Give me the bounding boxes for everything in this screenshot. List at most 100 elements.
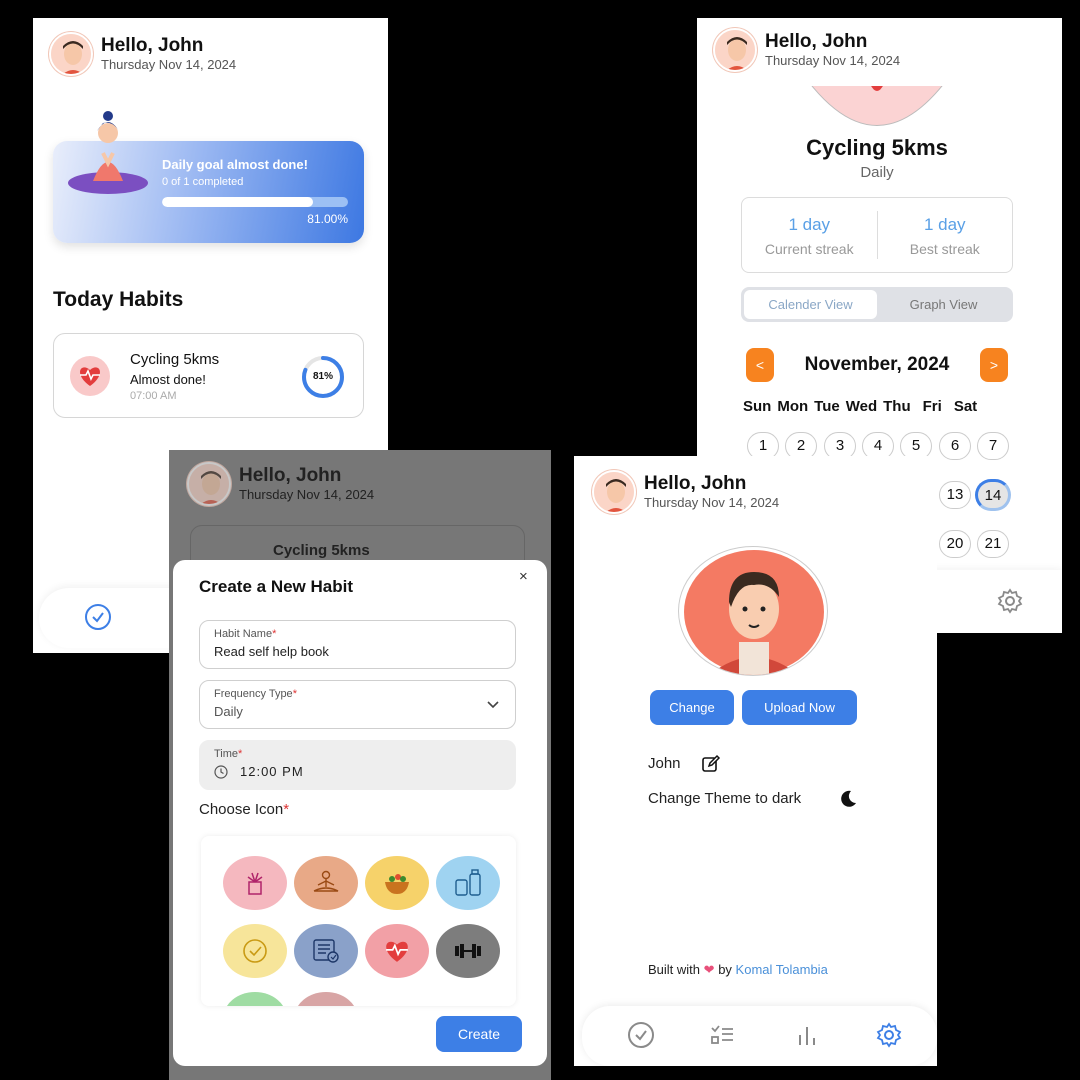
date: Thursday Nov 14, 2024 [239,487,375,502]
prev-month-button[interactable]: < [746,348,774,382]
moon-icon[interactable] [838,789,858,814]
time-value[interactable]: 12:00 PM [240,764,304,779]
calendar-day[interactable]: 20 [939,530,971,558]
goal-percent: 81.00% [307,212,348,226]
tab-graph-view[interactable]: Graph View [877,290,1010,319]
list-icon[interactable] [707,1020,737,1050]
goal-title: Daily goal almost done! [162,157,308,172]
habit-time: 07:00 AM [130,390,177,402]
create-habit-screen: Hello, John Thursday Nov 14, 2024 Cyclin… [169,450,551,1080]
habit-frequency: Daily [860,164,894,181]
calendar-day[interactable]: 7 [977,432,1009,460]
create-button[interactable]: Create [436,1016,522,1052]
habit-title: Cycling 5kms [806,135,948,160]
time-field[interactable]: Time* 12:00 PM [199,740,516,790]
more-icon[interactable] [223,992,287,1006]
plant-icon[interactable] [223,856,287,910]
date: Thursday Nov 14, 2024 [765,53,901,68]
weekday-row: Sun Mon Tue Wed Thu Fri Sat [743,398,983,415]
meditation-icon[interactable] [294,856,358,910]
habit-name-field[interactable]: Habit Name* Read self help book [199,620,516,669]
greeting: Hello, John [765,31,868,52]
current-streak-value: 1 day [788,215,831,234]
profile-name: John [648,755,681,772]
yoga-illustration-icon [68,111,148,194]
tab-calendar-view[interactable]: Calender View [744,290,877,319]
current-streak-label: Current streak [764,241,854,257]
weekday: Wed [845,398,878,415]
checklist-icon[interactable] [294,924,358,978]
greeting: Hello, John [644,473,747,494]
weekday: Sun [743,398,772,415]
streak-card: 1 day Current streak 1 day Best streak [741,197,1013,273]
date: Thursday Nov 14, 2024 [644,495,780,510]
header: Hello, John Thursday Nov 14, 2024 [713,28,900,72]
water-bottle-icon[interactable] [436,856,500,910]
habit-name-input[interactable]: Read self help book [214,644,329,659]
habit-name: Cycling 5kms [273,542,370,559]
heartbeat-icon[interactable] [365,924,429,978]
salad-icon[interactable] [365,856,429,910]
heart-icon: ❤ [703,962,715,977]
weekday: Mon [777,398,809,415]
habit-name: Cycling 5kms [130,351,220,368]
bottom-nav [582,1006,937,1066]
edit-icon[interactable] [701,754,721,779]
clock-icon[interactable] [223,924,287,978]
profile-avatar[interactable] [678,546,828,676]
calendar-header: < November, 2024 > [746,348,1008,382]
gear-icon[interactable] [995,586,1025,616]
avatar [187,462,231,506]
calendar-day[interactable]: 21 [977,530,1009,558]
bar-chart-icon[interactable] [792,1020,822,1050]
weekday: Fri [922,398,942,415]
header: Hello, John Thursday Nov 14, 2024 [592,470,779,514]
weekday: Tue [814,398,840,415]
habit-status: Almost done! [130,372,206,387]
author-link[interactable]: Komal Tolambia [736,962,828,977]
best-streak: 1 day Best streak [878,198,1013,272]
current-streak: 1 day Current streak [742,198,877,272]
calendar-day[interactable]: 13 [939,481,971,509]
profile-screen: Hello, John Thursday Nov 14, 2024 Change… [574,456,937,1066]
avatar[interactable] [592,470,636,514]
header: Hello, John Thursday Nov 14, 2024 [49,32,236,76]
check-circle-icon[interactable] [83,602,113,632]
footer-credit: Built with ❤ by Komal Tolambia [648,962,828,977]
weekday: Sat [953,398,978,415]
icon-picker [201,836,516,1006]
theme-toggle-label[interactable]: Change Theme to dark [648,790,801,807]
frequency-value: Daily [214,704,243,719]
upload-now-button[interactable]: Upload Now [742,690,857,725]
goal-progress-fill [162,197,313,207]
greeting: Hello, John [239,465,342,486]
frequency-select[interactable]: Frequency Type* Daily [199,680,516,729]
goal-progress-bar [162,197,348,207]
best-streak-value: 1 day [923,215,966,234]
avatar[interactable] [49,32,93,76]
more-icon[interactable] [294,992,358,1006]
greeting: Hello, John [101,35,204,56]
weekday: Thu [883,398,911,415]
gear-icon[interactable] [874,1020,904,1050]
dumbbell-icon[interactable] [436,924,500,978]
heartbeat-icon [70,356,110,396]
chevron-down-icon [487,696,499,712]
next-month-button[interactable]: > [979,348,1008,382]
month-label: November, 2024 [804,354,950,375]
habit-percent: 81% [312,371,333,382]
field-label: Time* [214,748,243,760]
calendar-day[interactable]: 6 [939,432,971,460]
section-title: Today Habits [53,288,184,311]
close-icon[interactable]: × [519,568,528,585]
clock-icon [214,765,228,784]
choose-icon-label: Choose Icon* [199,801,290,818]
calendar-day-selected[interactable]: 14 [975,479,1011,511]
best-streak-label: Best streak [909,241,980,257]
check-circle-icon[interactable] [626,1020,656,1050]
avatar[interactable] [713,28,757,72]
field-label: Frequency Type* [214,688,297,700]
habit-card[interactable]: Cycling 5kms Almost done! 07:00 AM 81% [53,333,364,418]
change-button[interactable]: Change [650,690,734,725]
date: Thursday Nov 14, 2024 [101,57,237,72]
